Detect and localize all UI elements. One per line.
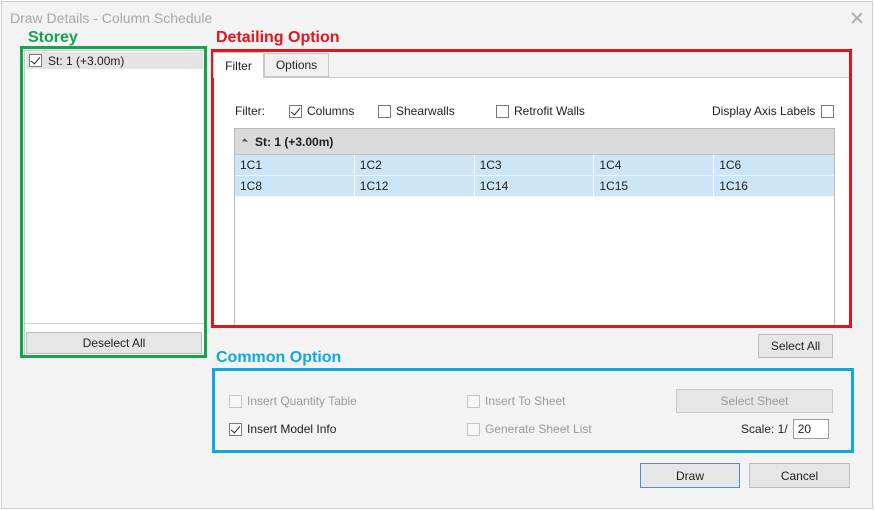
common-option-highlight-box [212, 368, 854, 453]
common-option-annotation-label: Common Option [216, 349, 342, 366]
detailing-option-annotation-label: Detailing Option [216, 29, 340, 46]
detailing-option-highlight-box [211, 49, 852, 328]
draw-button[interactable]: Draw [640, 463, 740, 488]
storey-highlight-box [20, 46, 207, 358]
cancel-button[interactable]: Cancel [749, 463, 850, 488]
close-icon[interactable] [851, 12, 863, 24]
storey-annotation-label: Storey [28, 29, 78, 46]
window-title: Draw Details - Column Schedule [10, 10, 213, 26]
tab-filter[interactable]: Filter [213, 52, 264, 78]
select-all-button[interactable]: Select All [758, 334, 833, 358]
